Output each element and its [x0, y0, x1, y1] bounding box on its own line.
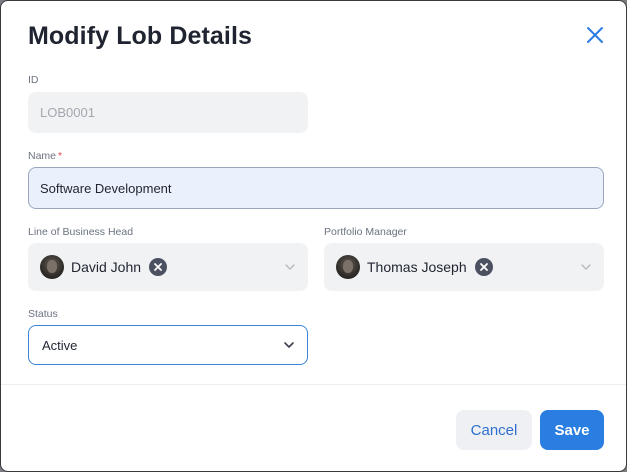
chevron-down-icon [285, 264, 295, 271]
footer-divider [1, 384, 626, 385]
name-input[interactable]: Software Development [28, 167, 604, 209]
close-icon[interactable] [583, 23, 607, 47]
clear-icon[interactable] [474, 258, 493, 276]
save-button[interactable]: Save [540, 410, 604, 450]
status-value: Active [42, 337, 78, 353]
avatar [40, 255, 64, 279]
lob-head-select[interactable]: David John [28, 243, 308, 291]
portfolio-manager-chip: Thomas Joseph [324, 255, 493, 279]
modify-lob-dialog: Modify Lob Details ID LOB0001 Name * Soft… [0, 0, 627, 472]
lob-head-label: Line of Business Head [28, 226, 134, 238]
lob-head-name: David John [71, 259, 142, 275]
required-mark: * [58, 150, 63, 162]
avatar [336, 255, 360, 279]
chevron-down-icon [581, 264, 591, 271]
chevron-down-icon [284, 342, 294, 349]
id-value: LOB0001 [40, 105, 95, 120]
name-label-text: Name [28, 150, 57, 162]
cancel-button[interactable]: Cancel [456, 410, 532, 450]
lob-head-chip: David John [28, 255, 168, 279]
portfolio-manager-label: Portfolio Manager [324, 226, 407, 238]
clear-icon[interactable] [149, 258, 168, 276]
portfolio-manager-name: Thomas Joseph [367, 259, 467, 275]
status-select[interactable]: Active [28, 325, 308, 365]
name-label: Name * [28, 150, 62, 162]
id-label: ID [28, 74, 39, 86]
name-value: Software Development [40, 180, 172, 196]
dialog-title: Modify Lob Details [28, 22, 253, 50]
id-field: LOB0001 [28, 92, 308, 133]
portfolio-manager-select[interactable]: Thomas Joseph [324, 243, 604, 291]
status-label: Status [28, 308, 58, 320]
